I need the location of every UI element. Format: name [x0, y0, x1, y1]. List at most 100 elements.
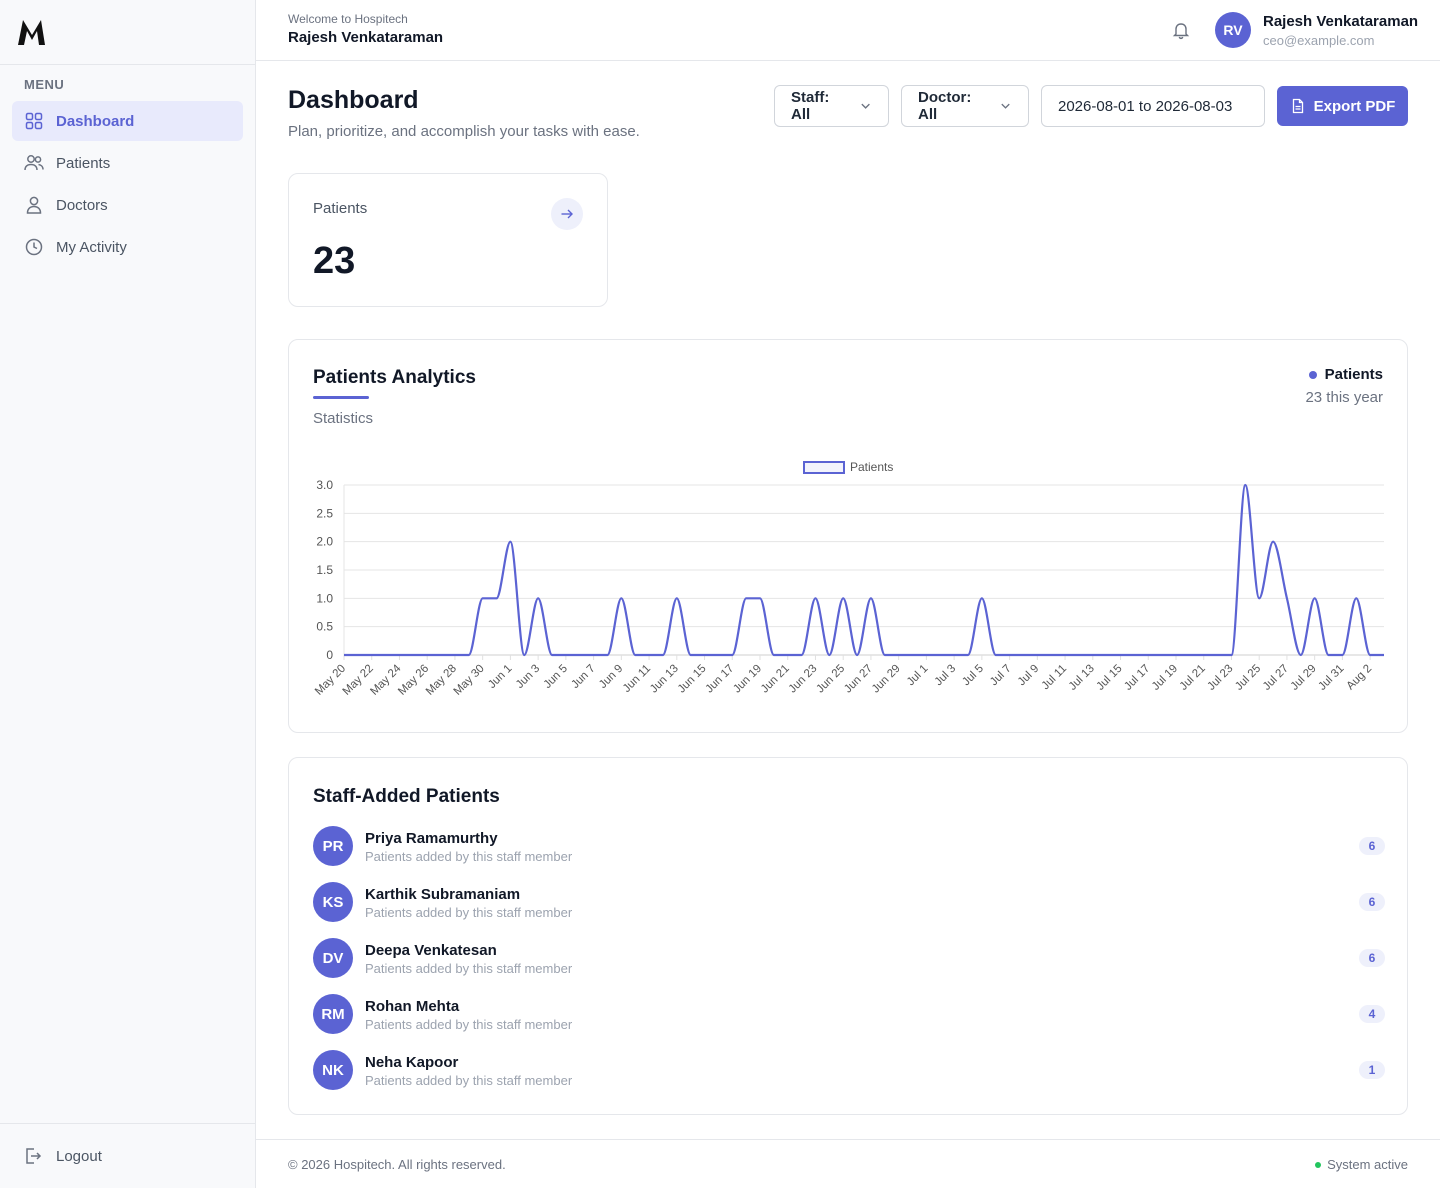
- staff-name: Deepa Venkatesan: [365, 942, 497, 959]
- patients-analytics-card: Patients Analytics Statistics Patients 2…: [288, 339, 1408, 733]
- sidebar-nav: Dashboard Patients Doctors My Activity: [0, 101, 255, 267]
- chart-x-tick-label: Jun 15: [676, 663, 709, 696]
- export-pdf-label: Export PDF: [1313, 97, 1396, 115]
- doctor-filter-dropdown[interactable]: Doctor: All: [901, 85, 1029, 127]
- list-item[interactable]: PR Priya Ramamurthy Patients added by th…: [313, 826, 1385, 882]
- sidebar-item-doctors[interactable]: Doctors: [12, 185, 243, 225]
- staff-filter-dropdown[interactable]: Staff: All: [774, 85, 889, 127]
- sidebar: MENU Dashboard Patients Doctors My Activ…: [0, 0, 256, 1188]
- welcome-text: Welcome to Hospitech: [288, 12, 408, 26]
- stat-value: 23: [313, 240, 356, 282]
- logo-mark: [18, 20, 45, 45]
- avatar: RM: [313, 994, 353, 1034]
- page-subtitle: Plan, prioritize, and accomplish your ta…: [288, 123, 640, 140]
- chart-x-tick-label: Jun 27: [842, 663, 875, 696]
- system-status: System active: [1315, 1157, 1408, 1172]
- sidebar-item-my-activity[interactable]: My Activity: [12, 227, 243, 267]
- chevron-down-icon: [1001, 103, 1010, 109]
- sidebar-item-label: Doctors: [56, 196, 108, 214]
- bell-icon[interactable]: [1171, 20, 1191, 40]
- sidebar-item-label: My Activity: [56, 238, 127, 256]
- sidebar-item-label: Patients: [56, 154, 111, 172]
- profile-email: ceo@example.com: [1263, 33, 1375, 48]
- patients-line-chart: Patients3.02.52.01.51.00.50May 20May 22M…: [313, 460, 1384, 698]
- chart-x-tick-label: Jun 23: [787, 663, 820, 696]
- system-status-label: System active: [1327, 1157, 1408, 1172]
- chart-x-tick-label: Jun 29: [870, 663, 903, 696]
- staff-description: Patients added by this staff member: [365, 961, 573, 976]
- clock-icon: [24, 237, 44, 257]
- chart-x-tick-label: Jul 17: [1122, 663, 1152, 693]
- chart-x-tick-label: Jul 13: [1067, 663, 1097, 693]
- footer: © 2026 Hospitech. All rights reserved. S…: [256, 1139, 1440, 1188]
- staff-added-patients-card: Staff-Added Patients PR Priya Ramamurthy…: [288, 757, 1408, 1115]
- topbar: Welcome to Hospitech Rajesh Venkataraman…: [256, 0, 1440, 61]
- list-item[interactable]: NK Neha Kapoor Patients added by this st…: [313, 1050, 1385, 1106]
- users-icon: [24, 153, 44, 173]
- staff-section-title: Staff-Added Patients: [313, 786, 500, 807]
- count-badge: 6: [1359, 949, 1385, 967]
- user-icon: [24, 195, 44, 215]
- staff-description: Patients added by this staff member: [365, 849, 573, 864]
- chart-x-tick-label: Jul 21: [1178, 663, 1208, 693]
- logo[interactable]: [0, 0, 255, 65]
- chart-x-tick-label: Jun 3: [514, 663, 542, 691]
- chart-y-tick-label: 2.0: [316, 535, 333, 549]
- menu-title: MENU: [24, 77, 65, 92]
- sidebar-item-label: Dashboard: [56, 112, 135, 130]
- export-pdf-button[interactable]: Export PDF: [1277, 86, 1408, 126]
- patients-stat-card: Patients 23: [288, 173, 608, 307]
- chart-x-tick-label: Jun 1: [486, 663, 514, 691]
- chart-x-tick-label: Jul 19: [1150, 663, 1180, 693]
- chart-x-tick-label: Jun 19: [731, 663, 764, 696]
- sidebar-item-patients[interactable]: Patients: [12, 143, 243, 183]
- chart-x-tick-label: Jun 21: [759, 663, 792, 696]
- avatar: KS: [313, 882, 353, 922]
- avatar: PR: [313, 826, 353, 866]
- sidebar-item-dashboard[interactable]: Dashboard: [12, 101, 243, 141]
- chart-x-tick-label: Jun 11: [621, 663, 653, 695]
- chart-legend-swatch: [803, 461, 845, 474]
- chart-x-tick-label: Jun 5: [542, 663, 570, 691]
- count-badge: 4: [1359, 1005, 1385, 1023]
- file-icon: [1292, 98, 1303, 114]
- avatar: DV: [313, 938, 353, 978]
- copyright-text: © 2026 Hospitech. All rights reserved.: [288, 1157, 506, 1172]
- list-item[interactable]: KS Karthik Subramaniam Patients added by…: [313, 882, 1385, 938]
- chart-y-tick-label: 1.5: [316, 563, 333, 577]
- chart-x-tick-label: Jul 7: [988, 663, 1014, 689]
- count-badge: 1: [1359, 1061, 1385, 1079]
- staff-list: PR Priya Ramamurthy Patients added by th…: [313, 826, 1385, 1106]
- chart-y-tick-label: 3.0: [316, 478, 333, 492]
- staff-name: Karthik Subramaniam: [365, 886, 521, 903]
- stat-label: Patients: [313, 200, 368, 217]
- chart-legend-label: Patients: [850, 460, 893, 474]
- count-badge: 6: [1359, 837, 1385, 855]
- chart-x-tick-label: Jun 25: [814, 663, 847, 696]
- welcome-user-name: Rajesh Venkataraman: [288, 29, 444, 46]
- chart-x-tick-label: Jul 27: [1261, 663, 1291, 693]
- list-item[interactable]: DV Deepa Venkatesan Patients added by th…: [313, 938, 1385, 994]
- chart-x-tick-label: Jul 25: [1233, 663, 1263, 693]
- doctor-filter-label: Doctor: All: [918, 89, 972, 123]
- chart-x-tick-label: Jul 5: [960, 663, 986, 689]
- staff-filter-label: Staff: All: [791, 89, 830, 123]
- date-range-picker[interactable]: 2026-08-01 to 2026-08-03: [1041, 85, 1265, 127]
- status-dot: [1315, 1161, 1322, 1168]
- avatar: NK: [313, 1050, 353, 1090]
- chart-y-tick-label: 0: [326, 648, 333, 662]
- chart-y-tick-label: 0.5: [316, 620, 333, 634]
- logout-icon: [24, 1146, 44, 1166]
- list-item[interactable]: RM Rohan Mehta Patients added by this st…: [313, 994, 1385, 1050]
- chart-x-tick-label: Jun 7: [569, 663, 597, 691]
- chart-x-tick-label: Jul 29: [1289, 663, 1319, 693]
- chart-x-tick-label: Jul 23: [1205, 663, 1235, 693]
- avatar[interactable]: RV: [1215, 12, 1251, 48]
- staff-description: Patients added by this staff member: [365, 905, 573, 920]
- staff-name: Priya Ramamurthy: [365, 830, 498, 847]
- arrow-right-icon[interactable]: [551, 198, 583, 230]
- chart-x-tick-label: May 30: [452, 663, 487, 698]
- logout-button[interactable]: Logout: [0, 1123, 255, 1188]
- chart-x-tick-label: Jun 17: [703, 663, 736, 696]
- grid-icon: [24, 111, 44, 131]
